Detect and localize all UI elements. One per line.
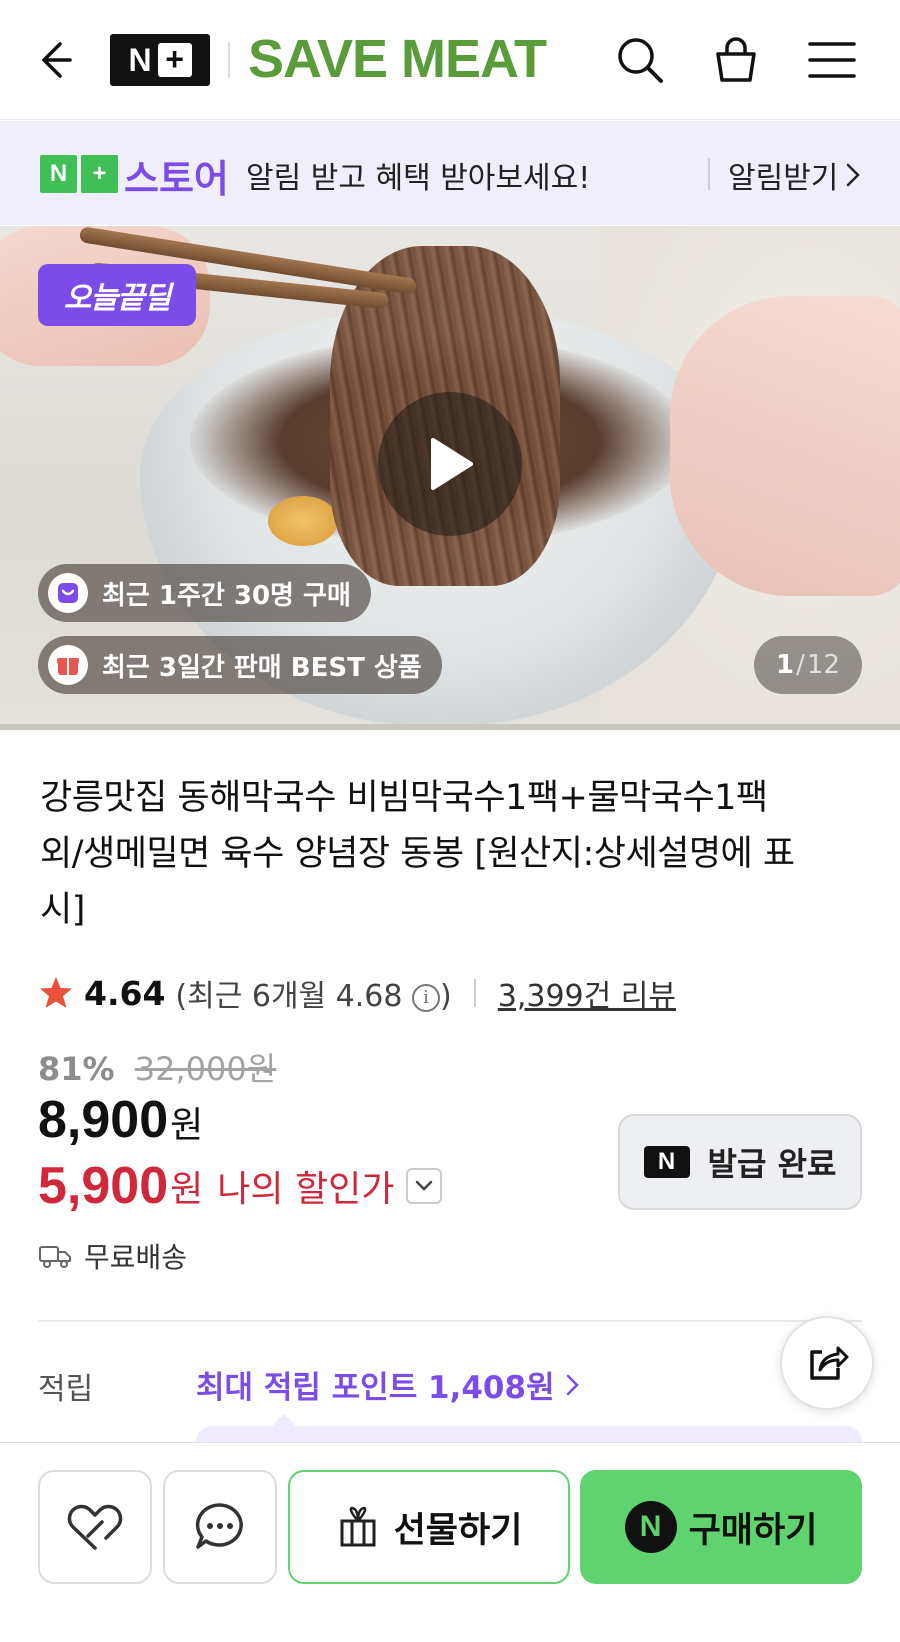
recent-rating: (최근 6개월 4.68 i) [175,971,451,1015]
naver-plus-store-logo: N + [40,155,118,195]
my-price-row: 5,900 원 나의 할인가 [38,1156,443,1216]
chat-bubble-icon [195,1503,243,1549]
gift-button[interactable]: 선물하기 [288,1470,570,1584]
right-hand-image [670,296,900,596]
my-price-label: 나의 할인가 [217,1169,395,1210]
media-progress-track [0,724,900,730]
brand-divider [228,42,230,78]
egg-image [268,496,338,546]
best-seller-text: 최근 3일간 판매 BEST 상품 [102,652,422,683]
recent-rating-close: ) [440,979,452,1014]
logo-n: N [128,41,152,78]
truck-icon [39,1246,71,1268]
rating-separator [473,979,476,1007]
price-row: 8,900 원 [38,1090,203,1150]
naver-n-icon: N [643,1146,690,1178]
discount-row: 81% 32,000원 [38,1044,276,1090]
naver-pay-icon: N [624,1501,677,1553]
cart-button[interactable] [708,32,764,88]
shopping-bag-icon [716,37,756,82]
max-points-text: 최대 적립 포인트 1,408원 [196,1370,555,1406]
my-price-unit: 원 [170,1169,204,1210]
star-icon [40,977,72,1008]
banner-separator [708,158,710,190]
chevron-right-icon [566,1374,579,1395]
buy-button[interactable]: N 구매하기 [580,1470,862,1584]
my-discount-price: 5,900 [38,1157,169,1215]
sale-price: 8,900 [38,1091,169,1149]
counter-slash: / [796,650,805,680]
coupon-status-label: 발급 완료 [707,1145,837,1183]
search-icon [618,38,663,83]
gift-badge-icon [48,645,88,685]
media-total-count: 12 [806,650,840,680]
recent-purchases-text: 최근 1주간 30명 구매 [102,580,351,611]
shipping-row: 무료배송 [38,1236,187,1276]
coupon-issued-button[interactable]: N 발급 완료 [618,1114,862,1210]
best-seller-pill: 최근 3일간 판매 BEST 상품 [38,636,442,694]
media-current-index: 1 [776,650,795,680]
product-media-gallery[interactable]: 오늘끝딜 최근 1주간 30명 구매 최근 3일간 판매 BEST 상품 1 /… [0,226,900,730]
review-count-link[interactable]: 3,399건 리뷰 [498,971,676,1015]
bag-badge-icon [48,573,88,613]
arrow-left-icon [42,42,72,78]
chat-button[interactable] [163,1470,277,1584]
today-deal-badge: 오늘끝딜 [38,264,196,326]
section-divider [38,1320,862,1322]
store-name: 스토어 [124,157,229,201]
store-logo-plus: + [81,155,118,193]
buy-label: 구매하기 [688,1510,818,1551]
recent-rating-text: (최근 6개월 4.68 [175,979,403,1014]
gift-icon [340,1506,376,1547]
brand-logo[interactable]: SAVE MEAT [248,28,547,90]
chevron-down-icon [416,1180,433,1191]
search-button[interactable] [612,32,668,88]
gift-label: 선물하기 [393,1510,523,1551]
media-page-counter: 1 / 12 [754,636,862,694]
share-icon [810,1346,849,1380]
video-play-button[interactable] [378,392,522,536]
discount-percent: 81% [38,1050,115,1088]
rating-row: 4.64 (최근 6개월 4.68 i) 3,399건 리뷰 [38,970,676,1016]
heart-link-icon [67,1504,123,1550]
product-title: 강릉맛집 동해막국수 비빔막국수1팩+물막국수1팩 외/생메밀면 육수 양념장 … [40,778,795,930]
naver-plus-logo[interactable]: N + [110,34,210,86]
logo-plus: + [157,43,192,77]
wishlist-button[interactable] [38,1470,152,1584]
play-icon [431,438,473,490]
top-header: N + SAVE MEAT [0,0,900,120]
back-button[interactable] [34,36,82,84]
rating-score: 4.64 [84,973,166,1013]
my-price-expand-button[interactable] [406,1168,443,1204]
chevron-right-icon [847,163,861,187]
menu-button[interactable] [804,32,860,88]
shipping-text: 무료배송 [84,1241,188,1274]
recent-purchases-pill: 최근 1주간 30명 구매 [38,564,371,622]
share-button[interactable] [780,1316,874,1410]
original-price: 32,000원 [134,1050,277,1088]
info-icon[interactable]: i [412,983,441,1012]
max-points-link[interactable]: 최대 적립 포인트 1,408원 [196,1362,581,1407]
sale-price-unit: 원 [170,1105,204,1146]
store-logo-n: N [40,155,77,193]
subscribe-alert-button[interactable]: 알림받기 [728,153,862,197]
subscribe-alert-label: 알림받기 [728,161,839,196]
points-label: 적립 [38,1372,94,1407]
banner-message: 알림 받고 혜택 받아보세요! [246,161,591,196]
hamburger-menu-icon [808,42,856,78]
